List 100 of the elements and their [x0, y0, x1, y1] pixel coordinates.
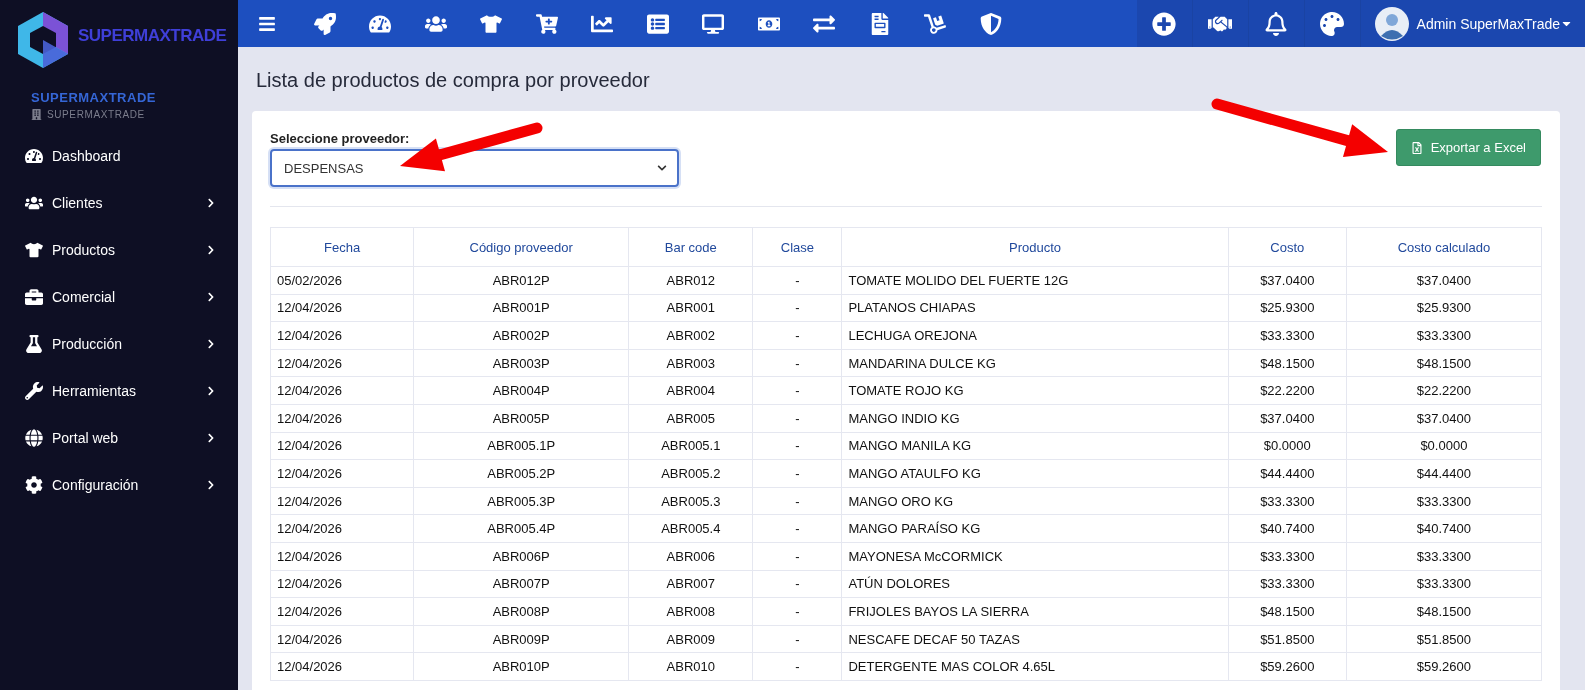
table-cell: 12/04/2026: [270, 514, 414, 543]
table-cell: TOMATE MOLIDO DEL FUERTE 12G: [841, 266, 1229, 295]
table-cell: ABR002P: [413, 321, 629, 350]
sidebar-item[interactable]: Clientes: [0, 179, 238, 226]
branch-name: SUPERMAXTRADE: [47, 109, 145, 120]
table-cell: $33.3300: [1228, 321, 1347, 350]
table-cell: 12/04/2026: [270, 404, 414, 433]
table-cell: $48.1500: [1228, 349, 1347, 377]
sidebar-item[interactable]: Comercial: [0, 273, 238, 320]
table-cell: MANGO ATAULFO KG: [841, 459, 1229, 488]
table-cell: -: [752, 459, 842, 488]
column-header[interactable]: Costo: [1228, 227, 1347, 267]
shield-icon: [979, 12, 1002, 35]
table-cell: -: [752, 266, 842, 295]
table-cell: -: [752, 514, 842, 543]
company-name: SUPERMAXTRADE: [30, 89, 157, 105]
table-cell: ABR010P: [413, 652, 629, 681]
table-cell: $51.8500: [1346, 625, 1542, 653]
table-cell: ABR003: [628, 349, 753, 377]
sidebar-item[interactable]: Herramientas: [0, 367, 238, 414]
table-cell: ABR004: [628, 376, 753, 405]
table-cell: $59.2600: [1228, 652, 1347, 681]
table-cell: $33.3300: [1228, 570, 1347, 598]
sidebar-item[interactable]: Configuración: [0, 461, 238, 508]
table-cell: -: [752, 294, 842, 322]
table-cell: -: [752, 349, 842, 377]
table-cell: TOMATE ROJO KG: [841, 376, 1229, 405]
logo-text: SUPERMAXTRADE: [78, 26, 227, 46]
column-header[interactable]: Costo calculado: [1346, 227, 1542, 267]
table-cell: MANGO ORO KG: [841, 487, 1229, 515]
table-cell: ABR001P: [413, 294, 629, 322]
table-cell: ABR007: [628, 570, 753, 598]
table-cell: 12/04/2026: [270, 597, 414, 626]
column-header[interactable]: Bar code: [628, 227, 753, 267]
supplier-select[interactable]: DESPENSAS: [270, 149, 679, 187]
table-cell: $33.3300: [1346, 487, 1542, 515]
table-cell: $37.0400: [1228, 266, 1347, 295]
table-cell: $40.7400: [1346, 514, 1542, 543]
table-cell: $48.1500: [1228, 597, 1347, 626]
table-cell: $48.1500: [1346, 597, 1542, 626]
column-header[interactable]: Clase: [752, 227, 842, 267]
list-icon: [646, 12, 669, 35]
table-cell: $22.2200: [1346, 376, 1542, 405]
table-cell: ABR005.4P: [413, 514, 629, 543]
table-cell: 12/04/2026: [270, 487, 414, 515]
chevron-icon: [657, 163, 667, 173]
table-cell: ABR002: [628, 321, 753, 350]
table-cell: 12/04/2026: [270, 625, 414, 653]
arrows-icon: [813, 12, 835, 35]
table-cell: $33.3300: [1346, 321, 1542, 350]
table-cell: MANDARINA DULCE KG: [841, 349, 1229, 377]
column-header[interactable]: Código proveedor: [413, 227, 629, 267]
table-cell: -: [752, 487, 842, 515]
table-cell: ABR005P: [413, 404, 629, 433]
table-cell: ABR012: [628, 266, 753, 295]
cart-icon: [535, 12, 558, 35]
table-cell: ABR005.2: [628, 459, 753, 488]
settings-icon: [25, 475, 43, 494]
table-cell: $33.3300: [1228, 542, 1347, 571]
column-header[interactable]: Producto: [841, 227, 1229, 267]
table-cell: ABR008: [628, 597, 753, 626]
avatar-icon: [1374, 6, 1409, 41]
table-cell: -: [752, 652, 842, 681]
table-cell: ATÚN DOLORES: [841, 570, 1229, 598]
shirt-icon: [25, 240, 43, 259]
table-cell: $33.3300: [1346, 570, 1542, 598]
field-label: Seleccione proveedor:: [270, 131, 411, 146]
table-cell: 12/04/2026: [270, 459, 414, 488]
table-cell: $37.0400: [1346, 266, 1542, 295]
table-cell: $40.7400: [1228, 514, 1347, 543]
table-cell: FRIJOLES BAYOS LA SIERRA: [841, 597, 1229, 626]
table-cell: 12/04/2026: [270, 349, 414, 377]
table-cell: ABR006: [628, 542, 753, 571]
table-cell: ABR005.2P: [413, 459, 629, 488]
table-cell: $22.2200: [1228, 376, 1347, 405]
table-cell: PLATANOS CHIAPAS: [841, 294, 1229, 322]
plus-icon: [1152, 11, 1177, 36]
sidebar-item[interactable]: Dashboard: [0, 132, 238, 179]
table-cell: ABR003P: [413, 349, 629, 377]
globe-icon: [25, 428, 43, 447]
briefcase-icon: [25, 287, 43, 306]
table-cell: ABR005.3: [628, 487, 753, 515]
sidebar-item[interactable]: Productos: [0, 226, 238, 273]
table-cell: $48.1500: [1346, 349, 1542, 377]
menu-icon: [258, 14, 276, 33]
table-cell: $25.9300: [1346, 294, 1542, 322]
table-cell: MANGO MANILA KG: [841, 432, 1229, 460]
shirt-icon: [480, 12, 502, 35]
table-cell: ABR005.1P: [413, 432, 629, 460]
sidebar-item[interactable]: Producción: [0, 320, 238, 367]
table-cell: -: [752, 542, 842, 571]
sidebar-item[interactable]: Portal web: [0, 414, 238, 461]
table-cell: ABR004P: [413, 376, 629, 405]
table-cell: LECHUGA OREJONA: [841, 321, 1229, 350]
table-cell: 12/04/2026: [270, 294, 414, 322]
gauge-icon: [25, 146, 43, 165]
table-cell: MAYONESA McCORMICK: [841, 542, 1229, 571]
monitor-icon: [702, 12, 724, 35]
column-header[interactable]: Fecha: [270, 227, 414, 267]
table-cell: ABR005.3P: [413, 487, 629, 515]
